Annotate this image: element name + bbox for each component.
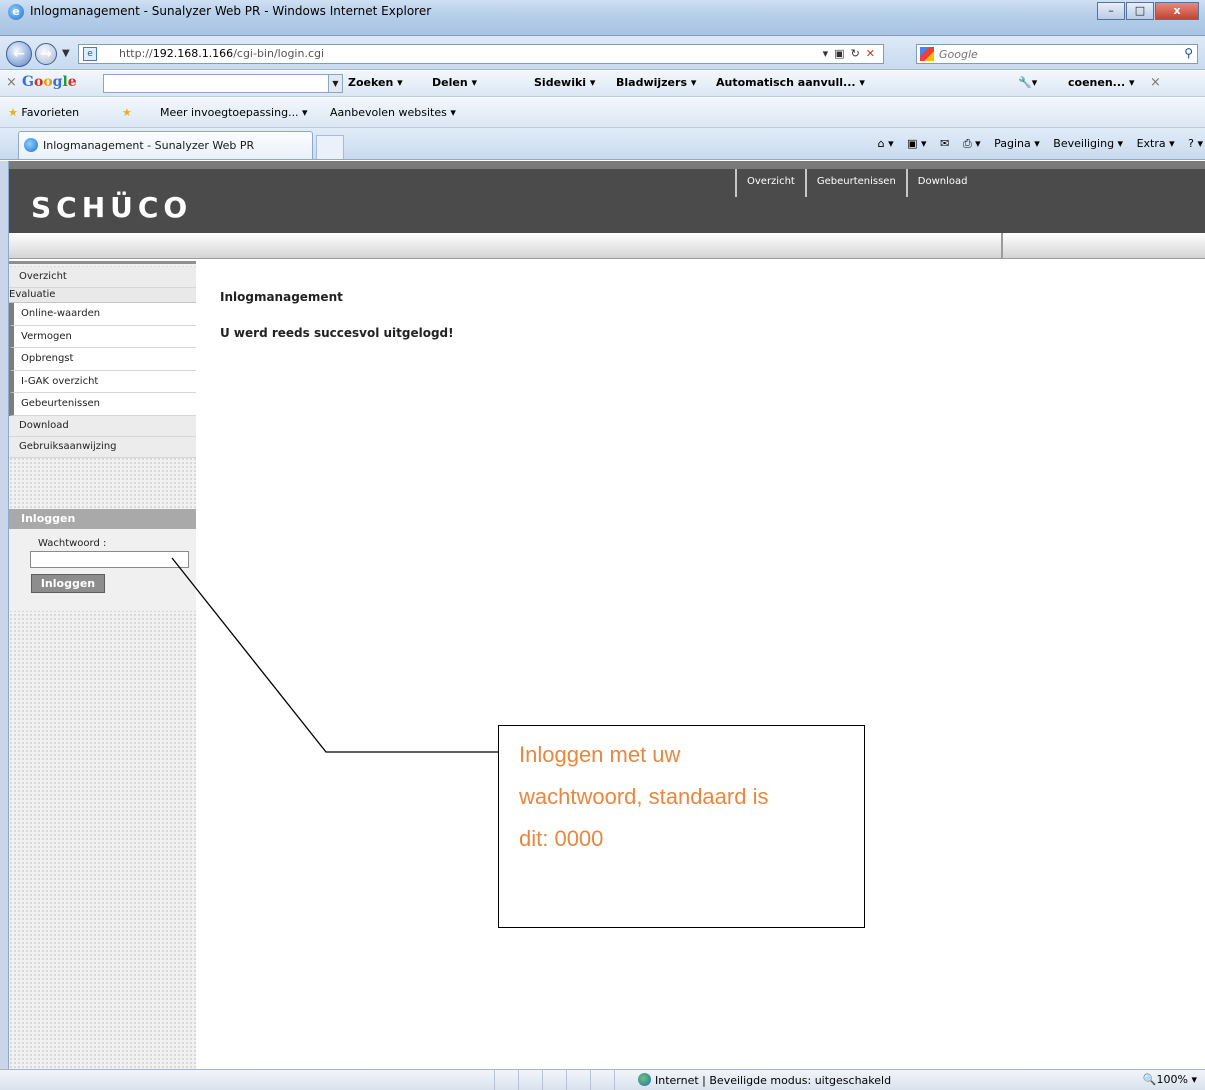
subbar-divider bbox=[1001, 233, 1003, 259]
add-favorites-icon[interactable]: ★ bbox=[122, 106, 132, 119]
history-dropdown-icon[interactable]: ▼ bbox=[62, 48, 70, 59]
toolbar-user[interactable]: coenen... ▾ bbox=[1068, 76, 1135, 89]
stop-icon[interactable]: ✕ bbox=[866, 47, 881, 60]
schuco-logo: SCHÜCO bbox=[31, 191, 193, 224]
tab-inlogmanagement[interactable]: Inlogmanagement - Sunalyzer Web PR bbox=[18, 131, 313, 159]
top-navigation: Overzicht Gebeurtenissen Download bbox=[735, 169, 978, 197]
topnav-download[interactable]: Download bbox=[905, 169, 978, 197]
search-input[interactable] bbox=[939, 46, 1159, 62]
status-segment bbox=[518, 1070, 519, 1090]
favorites-button[interactable]: ★ Favorieten bbox=[8, 106, 79, 119]
address-tools: ▾▣↻✕ bbox=[823, 45, 881, 63]
sidebar-item-vermogen[interactable]: Vermogen bbox=[9, 325, 196, 348]
zoom-level[interactable]: 🔍100% ▾ bbox=[1143, 1073, 1197, 1086]
toolbar-sidewiki[interactable]: Sidewiki ▾ bbox=[534, 76, 595, 89]
minimize-button[interactable]: – bbox=[1097, 2, 1125, 20]
search-icon[interactable]: ⚲ bbox=[1184, 46, 1193, 60]
url-dropdown-icon[interactable]: ▾ bbox=[823, 47, 835, 60]
status-segment bbox=[566, 1070, 567, 1090]
maximize-button[interactable]: □ bbox=[1126, 2, 1154, 20]
chevron-down-icon[interactable]: ▼ bbox=[328, 75, 342, 92]
status-segment bbox=[590, 1070, 591, 1090]
password-field[interactable] bbox=[30, 551, 189, 568]
sidebar-item-online-waarden[interactable]: Online-waarden bbox=[9, 303, 196, 326]
logout-message: U werd reeds succesvol uitgelogd! bbox=[220, 326, 454, 340]
star-icon: ★ bbox=[8, 106, 18, 119]
close-window-button[interactable]: x bbox=[1155, 2, 1199, 20]
help-icon[interactable]: ? ▾ bbox=[1188, 137, 1203, 150]
sidebar-item-overzicht[interactable]: Overzicht bbox=[9, 267, 196, 288]
address-bar: ← → ▼ e http://192.168.1.166/cgi-bin/log… bbox=[0, 36, 1205, 70]
toolbar-zoeken[interactable]: Zoeken ▾ bbox=[348, 76, 403, 89]
sidebar-item-download[interactable]: Download bbox=[9, 415, 196, 437]
globe-icon bbox=[638, 1073, 651, 1086]
new-tab-button[interactable] bbox=[316, 135, 344, 159]
page-icon: e bbox=[83, 47, 97, 61]
sidebar: Overzicht Evaluatie Online-waarden Vermo… bbox=[9, 261, 196, 1069]
google-logo: Google bbox=[22, 74, 77, 90]
status-bar: Internet | Beveiligde modus: uitgeschake… bbox=[0, 1069, 1205, 1090]
site-header: SCHÜCO Overzicht Gebeurtenissen Download bbox=[9, 161, 1205, 233]
login-heading: Inloggen bbox=[9, 509, 196, 529]
internet-explorer-icon: e bbox=[8, 4, 24, 20]
mail-icon[interactable]: ✉ bbox=[940, 137, 949, 150]
favorites-bar: ★ Favorieten ★ Meer invoegtoepassing... … bbox=[0, 98, 1205, 128]
url-field[interactable]: e http://192.168.1.166/cgi-bin/login.cgi… bbox=[78, 44, 884, 64]
sidebar-section-evaluatie: Evaluatie bbox=[9, 288, 196, 303]
tools-menu[interactable]: Extra ▾ bbox=[1137, 137, 1175, 150]
refresh-icon[interactable]: ↻ bbox=[851, 47, 866, 60]
search-box[interactable]: ⚲ bbox=[916, 44, 1198, 64]
sidebar-item-opbrengst[interactable]: Opbrengst bbox=[9, 348, 196, 371]
header-subbar bbox=[9, 233, 1205, 259]
forward-button[interactable]: → bbox=[35, 43, 57, 65]
google-search-provider-icon[interactable] bbox=[920, 47, 934, 61]
home-icon[interactable]: ⌂ ▾ bbox=[878, 137, 894, 150]
sidebar-item-gebeurtenissen[interactable]: Gebeurtenissen bbox=[9, 393, 196, 416]
status-segment bbox=[494, 1070, 495, 1090]
page-left-border bbox=[0, 161, 9, 1069]
toolbar-bladwijzers[interactable]: Bladwijzers ▾ bbox=[616, 76, 696, 89]
page-menu[interactable]: Pagina ▾ bbox=[994, 137, 1040, 150]
command-bar: ⌂ ▾ ▣ ▾ ✉ ⎙ ▾ Pagina ▾ Beveiliging ▾ Ext… bbox=[868, 137, 1203, 151]
sidebar-item-gebruiksaanwijzing[interactable]: Gebruiksaanwijzing bbox=[9, 436, 196, 458]
login-button[interactable]: Inloggen bbox=[31, 574, 105, 593]
back-button[interactable]: ← bbox=[6, 41, 32, 67]
annotation-callout: Inloggen met uw wachtwoord, standaard is… bbox=[498, 725, 865, 928]
status-segment bbox=[614, 1070, 615, 1090]
safety-menu[interactable]: Beveiliging ▾ bbox=[1053, 137, 1123, 150]
feeds-icon[interactable]: ▣ ▾ bbox=[907, 137, 926, 150]
ie-page-icon bbox=[24, 138, 38, 152]
print-icon[interactable]: ⎙ ▾ bbox=[963, 137, 981, 150]
url-text[interactable]: http://192.168.1.166/cgi-bin/login.cgi bbox=[119, 47, 324, 60]
tab-label: Inlogmanagement - Sunalyzer Web PR bbox=[43, 139, 255, 152]
status-segment bbox=[542, 1070, 543, 1090]
toolbar-autofill[interactable]: Automatisch aanvull... ▾ bbox=[716, 76, 865, 89]
tab-bar: Inlogmanagement - Sunalyzer Web PR ⌂ ▾ ▣… bbox=[0, 128, 1205, 160]
suggested-sites-link[interactable]: Aanbevolen websites ▾ bbox=[330, 106, 456, 119]
topnav-gebeurtenissen[interactable]: Gebeurtenissen bbox=[804, 169, 906, 197]
topnav-overzicht[interactable]: Overzicht bbox=[735, 169, 805, 197]
window-controls: – □ x bbox=[1096, 2, 1199, 20]
google-toolbar-search[interactable]: ▼ bbox=[103, 74, 343, 93]
page-viewport: SCHÜCO Overzicht Gebeurtenissen Download… bbox=[0, 161, 1205, 1069]
sidebar-topline bbox=[9, 261, 196, 264]
password-label: Wachtwoord : bbox=[38, 538, 107, 549]
toolbar-delen[interactable]: Delen ▾ bbox=[432, 76, 477, 89]
close-toolbar-icon[interactable]: × bbox=[6, 75, 17, 90]
compatibility-icon[interactable]: ▣ bbox=[834, 47, 850, 60]
google-toolbar: × Google ▼ Zoeken ▾ Delen ▾ Sidewiki ▾ B… bbox=[0, 71, 1205, 97]
more-addons-link[interactable]: Meer invoegtoepassing... ▾ bbox=[160, 106, 308, 119]
page-title: Inlogmanagement bbox=[220, 290, 343, 304]
window-titlebar: e Inlogmanagement - Sunalyzer Web PR - W… bbox=[0, 0, 1205, 36]
sidebar-menu: Overzicht Evaluatie Online-waarden Vermo… bbox=[9, 267, 196, 458]
security-zone[interactable]: Internet | Beveiligde modus: uitgeschake… bbox=[638, 1073, 891, 1087]
close-icon[interactable]: × bbox=[1150, 75, 1161, 90]
sidebar-item-igak-overzicht[interactable]: I-GAK overzicht bbox=[9, 370, 196, 393]
wrench-icon[interactable]: 🔧▾ bbox=[1018, 76, 1037, 89]
login-panel: Inloggen Wachtwoord : Inloggen bbox=[9, 509, 196, 611]
window-title: Inlogmanagement - Sunalyzer Web PR - Win… bbox=[30, 4, 432, 18]
annotation-text: Inloggen met uw wachtwoord, standaard is… bbox=[519, 742, 769, 851]
